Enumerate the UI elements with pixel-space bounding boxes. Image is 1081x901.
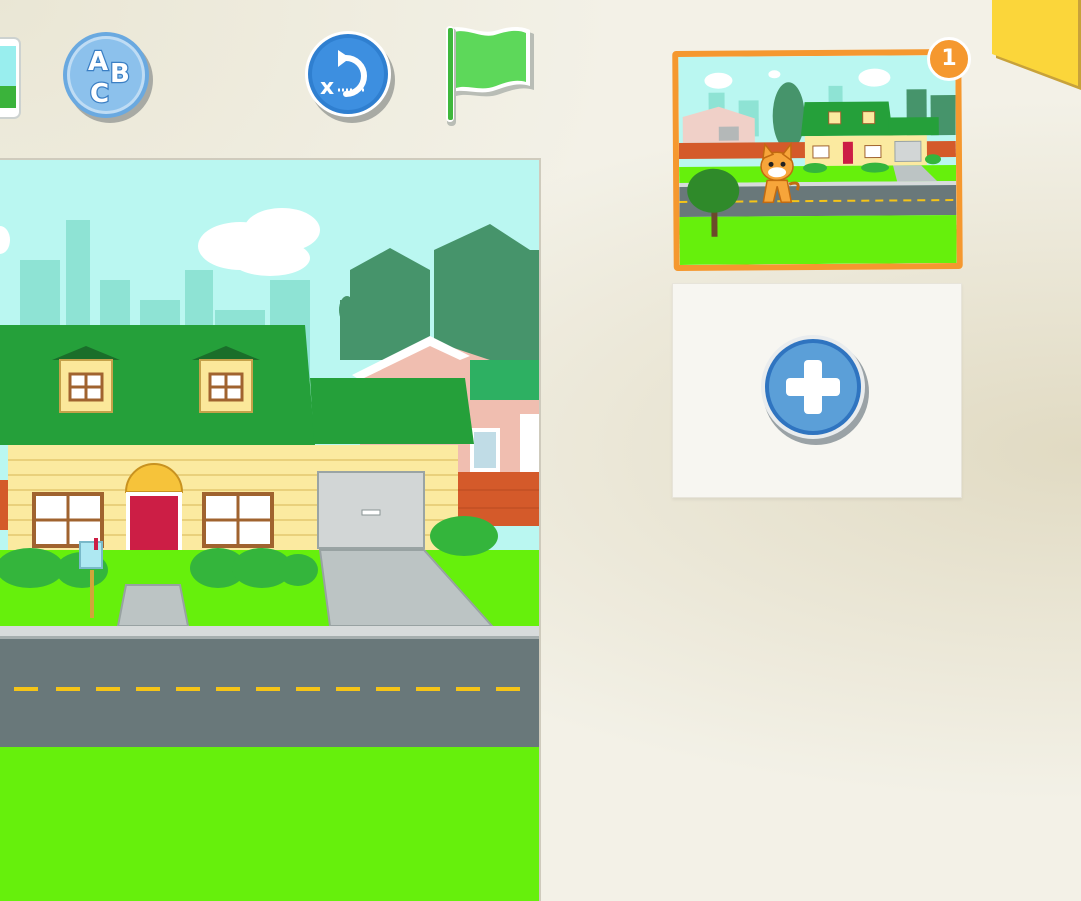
add-text-button[interactable]: A B C xyxy=(60,30,156,126)
reset-characters-icon: x xyxy=(305,31,395,123)
page-background-button[interactable] xyxy=(0,36,24,122)
stage-canvas[interactable] xyxy=(0,158,541,901)
page-thumbnail-1[interactable] xyxy=(672,48,963,272)
suburban-house-scene xyxy=(0,160,539,901)
corner-tab-button[interactable] xyxy=(992,0,1081,96)
green-flag-icon xyxy=(446,26,534,126)
abc-letter-b: B xyxy=(110,59,130,89)
page-number-badge: 1 xyxy=(927,37,971,81)
page-thumbnail-scene xyxy=(678,55,957,265)
abc-letter-c: C xyxy=(90,79,109,109)
reset-x-glyph: x xyxy=(320,75,334,100)
plus-icon xyxy=(761,335,869,445)
reset-characters-button[interactable]: x xyxy=(302,28,400,126)
add-page-slot[interactable] xyxy=(672,283,962,498)
yellow-corner-tab-icon xyxy=(992,0,1081,90)
abc-text-icon: A B C xyxy=(63,32,153,123)
green-flag-button[interactable] xyxy=(442,24,542,128)
abc-letter-a: A xyxy=(88,47,108,77)
